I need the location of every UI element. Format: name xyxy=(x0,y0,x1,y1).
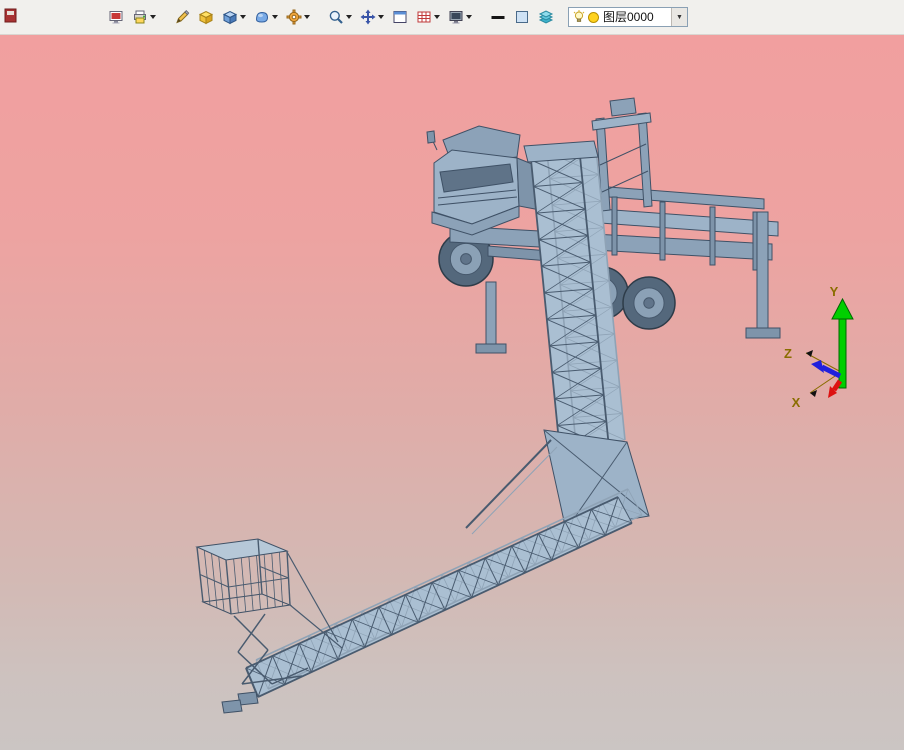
display-mode-dropdown-arrow[interactable] xyxy=(466,15,472,19)
layers-icon xyxy=(538,10,554,24)
layer-combo[interactable]: 图层0000 ▼ xyxy=(568,7,688,27)
app-icon[interactable] xyxy=(4,8,18,29)
zoom-dropdown-arrow[interactable] xyxy=(346,15,352,19)
model-3d[interactable] xyxy=(195,97,781,714)
surface-dropdown-arrow[interactable] xyxy=(272,15,278,19)
gear-icon xyxy=(286,9,302,25)
solid-icon xyxy=(222,10,238,25)
axis-x-label: X xyxy=(792,395,801,410)
print-button[interactable] xyxy=(129,5,159,29)
display-icon-button[interactable] xyxy=(105,5,127,29)
solid-dropdown-arrow[interactable] xyxy=(240,15,246,19)
window-icon xyxy=(393,11,407,23)
print-icon xyxy=(134,10,146,24)
material-button[interactable] xyxy=(195,5,217,29)
pan-button[interactable] xyxy=(357,5,387,29)
display-mode-button[interactable] xyxy=(445,5,475,29)
layer-combo-value[interactable]: 图层0000 xyxy=(601,8,671,26)
scene-svg: Y Z X xyxy=(195,97,854,714)
layers-button[interactable] xyxy=(535,5,557,29)
axis-z-label: Z xyxy=(784,346,792,361)
zoom-button[interactable] xyxy=(325,5,355,29)
axis-y-label: Y xyxy=(830,284,839,299)
grid-icon xyxy=(417,11,431,23)
display-icon xyxy=(109,11,123,24)
layer-combo-dropdown-button[interactable]: ▼ xyxy=(671,8,687,26)
pan-dropdown-arrow[interactable] xyxy=(378,15,384,19)
surface-button[interactable] xyxy=(251,5,281,29)
pan-icon xyxy=(360,9,376,25)
light-bulb-icon xyxy=(572,10,586,24)
layer-color-icon xyxy=(588,11,599,23)
print-dropdown-arrow[interactable] xyxy=(150,15,156,19)
color-swatch-button[interactable] xyxy=(511,5,533,29)
gear-button[interactable] xyxy=(283,5,313,29)
axis-triad[interactable] xyxy=(805,297,854,398)
line-width-button[interactable] xyxy=(487,5,509,29)
zoom-icon xyxy=(329,10,343,24)
display-mode-icon xyxy=(449,11,463,24)
solid-button[interactable] xyxy=(219,5,249,29)
grid-dropdown-arrow[interactable] xyxy=(434,15,440,19)
grid-button[interactable] xyxy=(413,5,443,29)
surface-icon xyxy=(255,11,269,23)
material-icon xyxy=(198,10,214,25)
gear-dropdown-arrow[interactable] xyxy=(304,15,310,19)
sketch-icon xyxy=(176,9,190,24)
line-width-icon xyxy=(491,16,505,19)
window-button[interactable] xyxy=(389,5,411,29)
main-toolbar: 图层0000 ▼ xyxy=(0,0,904,35)
sketch-button[interactable] xyxy=(171,5,193,29)
color-swatch-icon xyxy=(516,11,528,23)
